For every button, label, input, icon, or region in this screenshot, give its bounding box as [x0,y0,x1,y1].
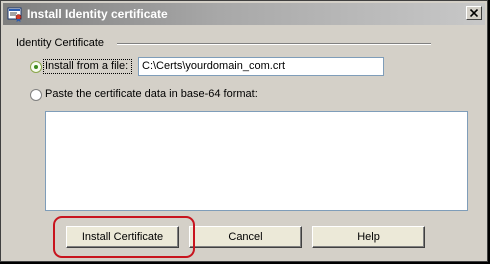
dialog-title: Install Identity certificate [27,7,168,21]
certificate-data-textarea[interactable] [45,111,468,211]
paste-base64-radio[interactable] [30,89,42,101]
radio-selected-dot [34,65,38,69]
install-from-file-label[interactable]: Install from a file: [45,60,128,73]
install-from-file-radio[interactable] [30,61,42,73]
identity-certificate-group-label: Identity Certificate [16,37,105,49]
title-bar[interactable]: Install Identity certificate [3,3,485,25]
group-divider [117,43,431,45]
paste-base64-label[interactable]: Paste the certificate data in base-64 fo… [45,88,258,101]
cancel-button[interactable]: Cancel [189,226,302,248]
help-button[interactable]: Help [312,226,425,248]
install-button-highlight-annotation [53,216,195,258]
certificate-file-path-input[interactable]: C:\Certs\yourdomain_com.crt [138,57,384,76]
close-button[interactable] [466,6,482,20]
close-icon [470,9,478,17]
install-identity-certificate-dialog: Install Identity certificate Identity Ce… [0,0,488,262]
certificate-app-icon [7,6,23,22]
